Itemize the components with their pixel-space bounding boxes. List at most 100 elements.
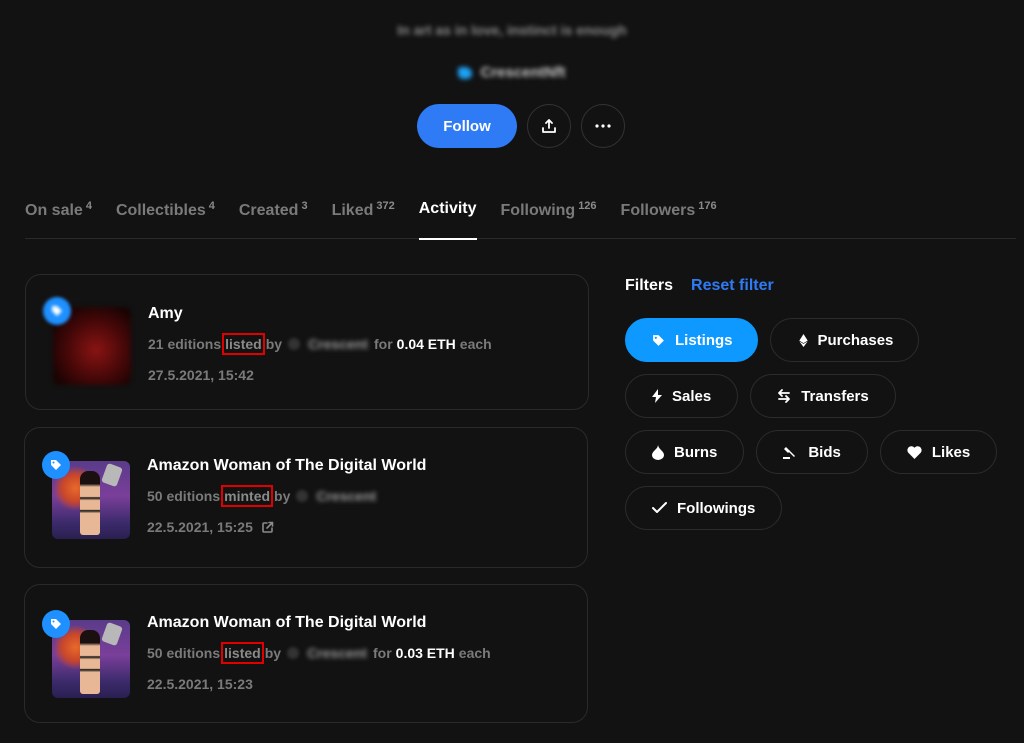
user-avatar xyxy=(287,647,300,659)
activity-date: 27.5.2021, 15:42 xyxy=(148,367,492,383)
each-label: each xyxy=(458,645,491,661)
tab-label: Liked xyxy=(331,202,374,219)
activity-type-badge xyxy=(43,297,71,325)
ethereum-icon xyxy=(798,333,808,347)
tab-liked[interactable]: Liked 372 xyxy=(332,196,395,239)
date-text: 22.5.2021, 15:25 xyxy=(147,519,253,535)
activity-card[interactable]: Amy 21 editions listed by Crescent for 0… xyxy=(25,274,589,410)
activity-description: 50 editions minted by Crescent xyxy=(147,485,426,507)
user-avatar xyxy=(296,490,309,502)
filter-label: Bids xyxy=(808,443,841,461)
activity-action: listed xyxy=(221,642,264,664)
filter-label: Listings xyxy=(675,331,733,349)
tab-label: Following xyxy=(500,202,576,219)
profile-tabs: On sale 4 Collectibles 4 Created 3 Liked 372… xyxy=(25,196,1016,240)
tab-label: Activity xyxy=(418,200,477,217)
share-button[interactable] xyxy=(527,104,571,148)
filter-bids[interactable]: Bids xyxy=(756,430,868,474)
artwork-title[interactable]: Amazon Woman of The Digital World xyxy=(147,614,491,632)
twitter-handle: CrescentNft xyxy=(480,64,566,81)
gavel-icon xyxy=(783,446,796,459)
filter-likes[interactable]: Likes xyxy=(879,430,998,474)
tab-count: 372 xyxy=(376,200,395,212)
activity-action: listed xyxy=(222,333,265,355)
editions-count: 21 editions xyxy=(148,336,222,352)
flame-icon xyxy=(652,444,664,460)
external-link-icon[interactable] xyxy=(261,521,274,534)
artwork-title[interactable]: Amy xyxy=(148,305,492,323)
tab-collectibles[interactable]: Collectibles 4 xyxy=(116,196,215,239)
artwork-figure xyxy=(80,630,100,694)
tab-count: 3 xyxy=(301,200,308,212)
filter-purchases[interactable]: Purchases xyxy=(769,318,920,362)
activity-card[interactable]: Amazon Woman of The Digital World 50 edi… xyxy=(24,584,588,723)
tag-icon xyxy=(51,619,61,629)
filter-label: Followings xyxy=(677,499,756,517)
activity-action: minted xyxy=(221,485,274,507)
tab-label: Followers xyxy=(620,202,696,219)
more-dots-icon xyxy=(595,124,611,128)
filter-followings[interactable]: Followings xyxy=(625,486,783,530)
tab-label: On sale xyxy=(25,202,83,219)
date-text: 27.5.2021, 15:42 xyxy=(148,367,254,383)
date-text: 22.5.2021, 15:23 xyxy=(147,676,253,692)
filter-label: Sales xyxy=(672,387,712,405)
activity-type-badge xyxy=(42,610,70,638)
profile-bio: In art as in love, instinct is enough xyxy=(397,22,627,38)
reset-filter-link[interactable]: Reset filter xyxy=(691,277,774,295)
user-name: Crescent xyxy=(308,336,368,352)
filter-label: Transfers xyxy=(801,387,869,405)
filter-chips: Listings Purchases Sales Transfers Burns… xyxy=(625,318,1005,530)
each-label: each xyxy=(459,336,492,352)
for-label: for xyxy=(372,645,392,661)
artwork-axe xyxy=(101,462,123,488)
lightning-icon xyxy=(652,389,662,403)
tab-count: 126 xyxy=(578,200,597,212)
filter-listings[interactable]: Listings xyxy=(625,318,758,362)
twitter-icon xyxy=(458,66,473,79)
more-options-button[interactable] xyxy=(581,104,625,148)
tag-icon xyxy=(52,306,62,316)
tab-count: 4 xyxy=(85,200,92,212)
activity-description: 21 editions listed by Crescent for 0.04 … xyxy=(148,333,492,355)
user-link[interactable]: Crescent xyxy=(296,488,376,504)
filter-label: Purchases xyxy=(817,331,894,349)
tab-on-sale[interactable]: On sale 4 xyxy=(25,196,92,239)
by-label: by xyxy=(265,336,283,352)
by-label: by xyxy=(264,645,282,661)
activity-date: 22.5.2021, 15:23 xyxy=(147,676,491,692)
user-avatar xyxy=(288,338,301,350)
tab-label: Collectibles xyxy=(115,202,206,219)
filters-title: Filters xyxy=(625,277,674,294)
artwork-figure xyxy=(80,471,100,535)
activity-type-badge xyxy=(42,451,70,479)
user-name: Crescent xyxy=(307,645,367,661)
transfer-arrows-icon xyxy=(778,389,791,403)
tab-following[interactable]: Following 126 xyxy=(501,196,597,239)
tab-count: 4 xyxy=(208,200,215,212)
tag-icon xyxy=(51,460,61,470)
profile-actions: Follow xyxy=(417,104,625,148)
user-link[interactable]: Crescent xyxy=(287,645,367,661)
share-upload-icon xyxy=(542,119,556,133)
check-icon xyxy=(652,502,667,513)
filter-burns[interactable]: Burns xyxy=(625,430,745,474)
tab-activity[interactable]: Activity xyxy=(418,196,477,240)
for-label: for xyxy=(373,336,393,352)
activity-card[interactable]: Amazon Woman of The Digital World 50 edi… xyxy=(24,427,588,568)
editions-count: 50 editions xyxy=(147,645,221,661)
tab-created[interactable]: Created 3 xyxy=(239,196,308,239)
filter-sales[interactable]: Sales xyxy=(625,374,739,418)
filter-label: Likes xyxy=(931,443,971,461)
filter-transfers[interactable]: Transfers xyxy=(750,374,896,418)
price: 0.03 ETH xyxy=(395,645,455,661)
user-link[interactable]: Crescent xyxy=(288,336,368,352)
artwork-axe xyxy=(101,621,123,647)
follow-button[interactable]: Follow xyxy=(417,104,517,148)
filters-header: Filters Reset filter xyxy=(625,277,774,295)
tab-followers[interactable]: Followers 176 xyxy=(621,196,717,239)
filter-label: Burns xyxy=(674,443,718,461)
tag-icon xyxy=(653,334,664,346)
twitter-link[interactable]: CrescentNft xyxy=(0,64,1024,81)
artwork-title[interactable]: Amazon Woman of The Digital World xyxy=(147,457,426,475)
